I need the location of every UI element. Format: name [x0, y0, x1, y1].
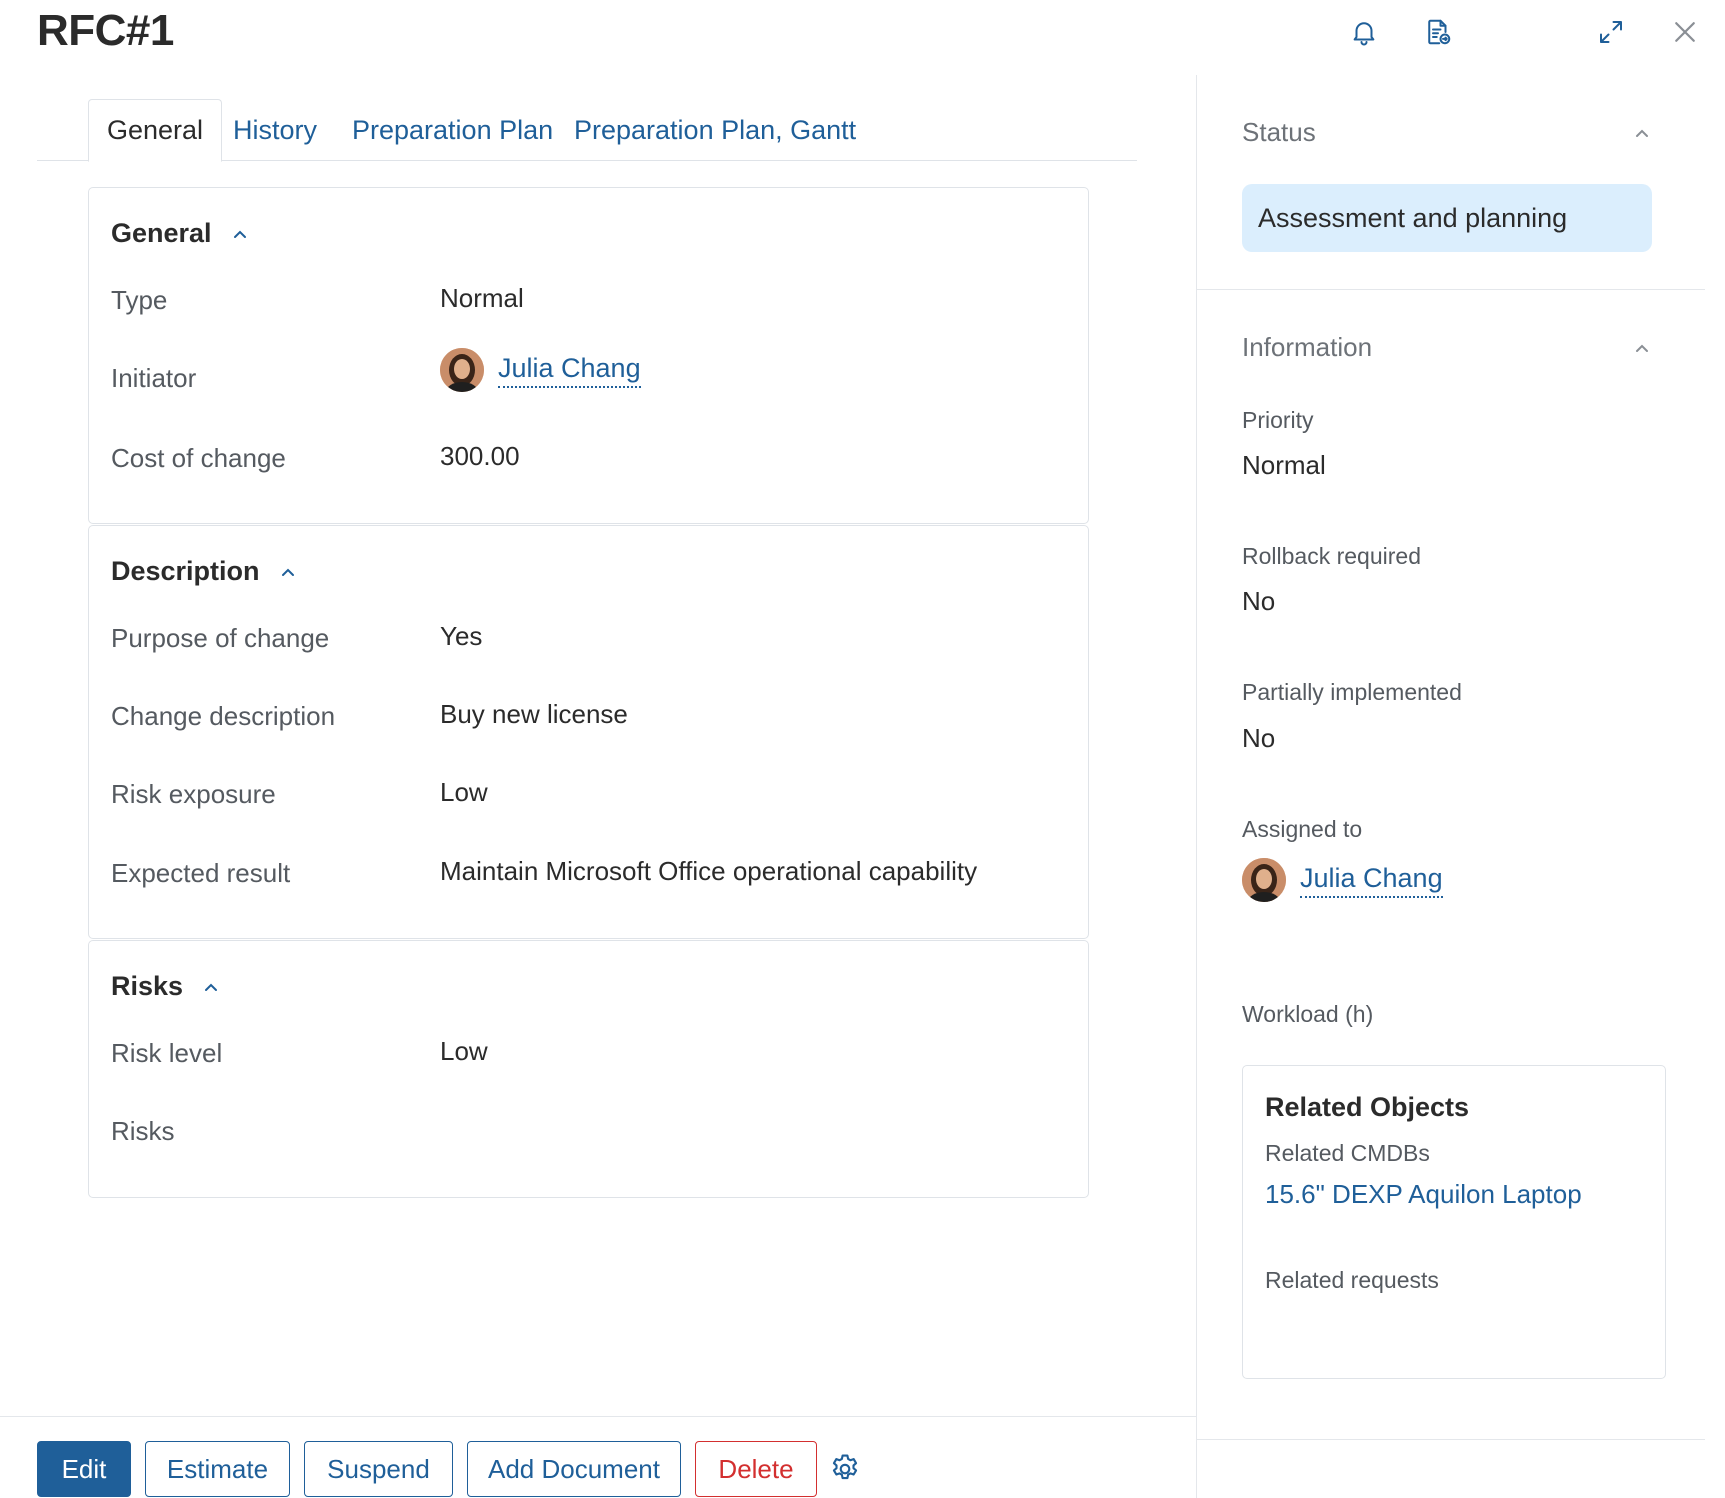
status-badge: Assessment and planning: [1242, 184, 1652, 252]
status-heading: Status: [1242, 117, 1316, 147]
bell-icon[interactable]: [1346, 14, 1382, 50]
partially-implemented-label: Partially implemented: [1242, 679, 1462, 705]
initiator-user-link[interactable]: Julia Chang: [440, 348, 641, 392]
estimate-button[interactable]: Estimate: [145, 1441, 290, 1497]
type-value: Normal: [440, 283, 524, 313]
chevron-up-icon: [233, 230, 246, 238]
expected-result-value: Maintain Microsoft Office operational ca…: [440, 856, 978, 886]
footer-divider: [0, 1416, 1196, 1417]
initiator-name: Julia Chang: [498, 353, 641, 388]
cost-value: 300.00: [440, 441, 520, 471]
risk-level-label: Risk level: [111, 1038, 223, 1068]
cost-label: Cost of change: [111, 443, 286, 473]
expected-result-label: Expected result: [111, 858, 291, 888]
workload-label: Workload (h): [1242, 1001, 1374, 1027]
page-title: RFC#1: [37, 6, 174, 55]
chevron-up-icon: [281, 568, 294, 576]
risk-level-value: Low: [440, 1036, 488, 1066]
edit-button[interactable]: Edit: [37, 1441, 131, 1497]
suspend-button[interactable]: Suspend: [304, 1441, 453, 1497]
related-requests-label: Related requests: [1265, 1267, 1439, 1293]
expand-icon[interactable]: [1593, 14, 1629, 50]
tab-history[interactable]: History: [233, 99, 317, 161]
related-objects-card: Related Objects Related CMDBs 15.6" DEXP…: [1242, 1065, 1666, 1379]
assigned-name: Julia Chang: [1300, 863, 1443, 898]
tab-general[interactable]: General: [88, 99, 223, 162]
general-section-toggle[interactable]: General: [111, 218, 250, 249]
add-document-button[interactable]: Add Document: [467, 1441, 681, 1497]
assigned-user-link[interactable]: Julia Chang: [1242, 858, 1443, 902]
tab-preparation-plan[interactable]: Preparation Plan: [352, 99, 553, 161]
divider: [1196, 1439, 1705, 1440]
chevron-up-icon[interactable]: [1631, 122, 1653, 144]
change-description-label: Change description: [111, 701, 336, 731]
related-cmdb-link[interactable]: 15.6" DEXP Aquilon Laptop: [1265, 1179, 1582, 1210]
close-icon[interactable]: [1667, 14, 1703, 50]
rollback-label: Rollback required: [1242, 543, 1421, 569]
risks-section-toggle[interactable]: Risks: [111, 971, 221, 1002]
risks-label: Risks: [111, 1116, 175, 1146]
partially-implemented-value: No: [1242, 723, 1276, 753]
description-section-toggle[interactable]: Description: [111, 556, 298, 587]
risk-exposure-label: Risk exposure: [111, 779, 276, 809]
delete-button[interactable]: Delete: [695, 1441, 817, 1497]
assigned-to-label: Assigned to: [1242, 816, 1363, 842]
purpose-value: Yes: [440, 621, 483, 651]
priority-value: Normal: [1242, 450, 1326, 480]
avatar: [1242, 858, 1286, 902]
rollback-value: No: [1242, 586, 1276, 616]
initiator-label: Initiator: [111, 363, 197, 393]
tab-bar: General History Preparation Plan Prepara…: [37, 99, 1137, 162]
risk-exposure-value: Low: [440, 777, 488, 807]
information-heading: Information: [1242, 332, 1373, 362]
risks-panel: Risks Risk level Low Risks: [88, 940, 1089, 1198]
change-description-value: Buy new license: [440, 699, 628, 729]
description-panel: Description Purpose of change Yes Change…: [88, 525, 1089, 939]
chevron-up-icon[interactable]: [1631, 337, 1653, 359]
general-panel: General Type Normal Initiator Julia Chan…: [88, 187, 1089, 524]
chevron-up-icon: [205, 983, 218, 991]
related-cmdbs-label: Related CMDBs: [1265, 1140, 1430, 1166]
section-title: Risks: [111, 971, 184, 1001]
section-title: Description: [111, 556, 260, 586]
related-objects-title: Related Objects: [1265, 1092, 1470, 1122]
section-title: General: [111, 218, 212, 248]
purpose-label: Purpose of change: [111, 623, 330, 653]
avatar: [440, 348, 484, 392]
type-label: Type: [111, 285, 168, 315]
divider: [1196, 289, 1705, 290]
priority-label: Priority: [1242, 407, 1314, 433]
tab-preparation-plan-gantt[interactable]: Preparation Plan, Gantt: [574, 99, 856, 161]
gear-icon[interactable]: [828, 1452, 862, 1486]
document-export-icon[interactable]: [1420, 14, 1456, 50]
